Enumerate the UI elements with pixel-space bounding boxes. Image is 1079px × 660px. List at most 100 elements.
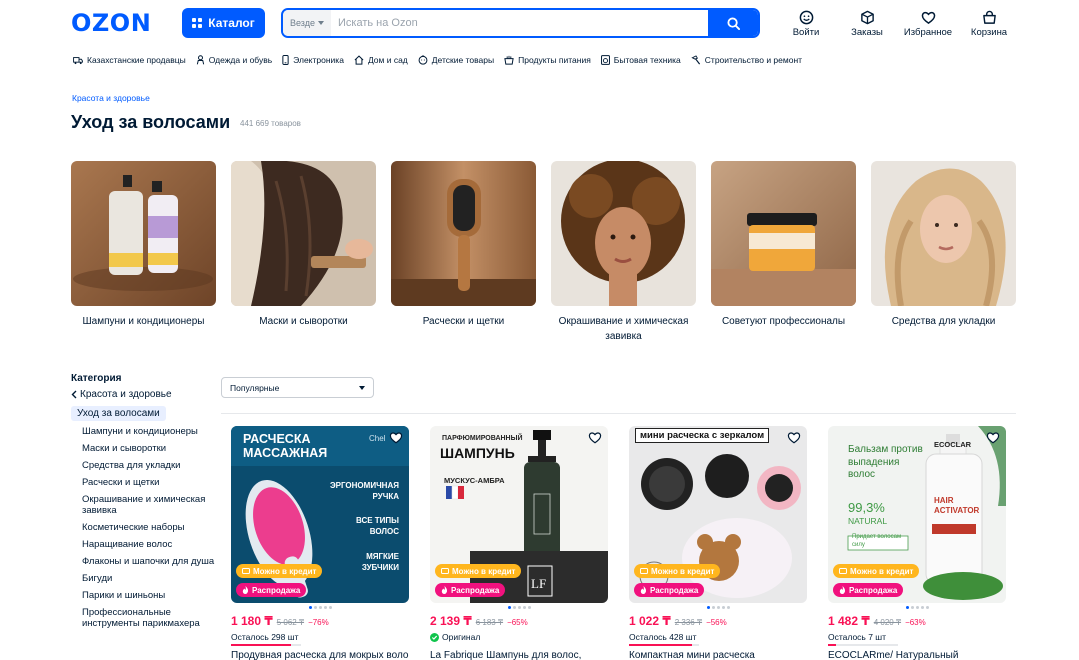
favorite-button[interactable]	[787, 431, 801, 449]
product-image[interactable]: РАСЧЕСКА МАССАЖНАЯ Chel ЭРГОНОМИЧНАЯ РУЧ…	[231, 426, 409, 603]
favorite-button[interactable]	[389, 431, 403, 449]
tile-professional[interactable]: Советуют профессионалы	[711, 161, 856, 329]
cart-action[interactable]: Корзина	[959, 10, 1019, 38]
sidebar-item[interactable]: Маски и сыворотки	[82, 443, 221, 454]
ozon-logo[interactable]: OZON	[71, 11, 151, 35]
sidebar-item[interactable]: Бигуди	[82, 573, 221, 584]
stock-bar	[828, 644, 898, 646]
nav-label: Одежда и обувь	[208, 55, 273, 65]
search-input[interactable]	[331, 10, 708, 36]
product-name[interactable]: Компактная мини расческа	[629, 650, 807, 660]
sidebar-item[interactable]: Окрашивание и химическая завивка	[82, 494, 221, 516]
sidebar-item[interactable]: Шампуни и кондиционеры	[82, 426, 221, 437]
breadcrumb[interactable]: Красота и здоровье	[72, 93, 150, 103]
search-scope-select[interactable]: Везде	[283, 10, 331, 36]
sale-badge: Распродажа	[634, 583, 705, 597]
nav-kz-sellers[interactable]: Казахстанские продавцы	[73, 53, 186, 67]
product-image[interactable]: Бальзам против выпадения волос 99,3% NAT…	[828, 426, 1006, 603]
nav-label: Электроника	[293, 55, 344, 65]
category-sidebar: Категория Красота и здоровье Уход за вол…	[71, 373, 221, 635]
sidebar-item[interactable]: Расчески и щетки	[82, 477, 221, 488]
product-card[interactable]: Бальзам против выпадения волос 99,3% NAT…	[828, 426, 1006, 660]
sidebar-item[interactable]: Косметические наборы	[82, 522, 221, 533]
promo-note: Придает волосам силу	[852, 534, 902, 548]
product-card[interactable]: мини расческа с зеркалом Можно в кредит …	[629, 426, 807, 660]
promo-brand: Chel	[369, 434, 386, 443]
nav-home-garden[interactable]: Дом и сад	[354, 53, 408, 67]
nav-appliances[interactable]: Бытовая техника	[600, 53, 681, 67]
sidebar-item[interactable]: Средства для укладки	[82, 460, 221, 471]
promo-title: Бальзам против выпадения волос	[848, 444, 923, 480]
tile-label: Маски и сыворотки	[259, 316, 348, 327]
price-row: 1 022 ₸ 2 336 ₸ −56%	[629, 614, 727, 628]
header: OZON Каталог Везде Войти Заказы Избранно…	[0, 0, 1079, 44]
product-card[interactable]: РАСЧЕСКА МАССАЖНАЯ Chel ЭРГОНОМИЧНАЯ РУЧ…	[231, 426, 409, 660]
badge-label: Можно в кредит	[651, 566, 715, 576]
appliance-icon	[600, 55, 610, 65]
credit-badge: Можно в кредит	[634, 564, 721, 578]
orders-label: Заказы	[851, 27, 883, 38]
tile-masks[interactable]: Маски и сыворотки	[231, 161, 376, 329]
tile-label: Шампуни и кондиционеры	[82, 316, 205, 327]
stock-text: Осталось 7 шт	[828, 632, 887, 642]
sidebar-item[interactable]: Профессиональные инструменты парикмахера	[82, 607, 221, 629]
favorites-label: Избранное	[903, 27, 953, 38]
old-price: 6 183 ₸	[475, 618, 504, 627]
stock-bar	[629, 644, 699, 646]
search-icon	[726, 16, 740, 30]
caret-down-icon	[318, 21, 324, 25]
login-label: Войти	[792, 27, 820, 38]
tile-image	[871, 161, 1016, 306]
heart-icon	[787, 432, 801, 444]
grid-icon	[192, 18, 203, 28]
nav-label: Продукты питания	[518, 55, 591, 65]
stock-text: Осталось 428 шт	[629, 632, 697, 642]
favorite-button[interactable]	[986, 431, 1000, 449]
nav-label: Строительство и ремонт	[704, 55, 803, 65]
nav-electronics[interactable]: Электроника	[282, 53, 344, 67]
sidebar-item[interactable]: Флаконы и шапочки для душа	[82, 556, 221, 567]
tile-label: Средства для укладки	[891, 316, 996, 327]
sort-select[interactable]: Популярные	[221, 377, 374, 398]
promo-scent: МУСКУС-АМБРА	[444, 476, 505, 485]
promo-percent: 99,3%	[848, 500, 885, 515]
original-label: Оригинал	[442, 632, 481, 642]
search-button[interactable]	[708, 10, 758, 36]
nav-clothes[interactable]: Одежда и обувь	[196, 53, 272, 67]
product-card[interactable]: ПАРФЮМИРОВАННЫЙ ШАМПУНЬ МУСКУС-АМБРА LF …	[430, 426, 608, 660]
cart-icon	[982, 10, 996, 24]
old-price: 5 062 ₸	[276, 618, 305, 627]
fire-icon	[441, 586, 448, 594]
nav-kids[interactable]: Детские товары	[418, 53, 494, 67]
sidebar-item[interactable]: Парики и шиньоны	[82, 590, 221, 601]
orders-action[interactable]: Заказы	[837, 10, 897, 38]
favorite-button[interactable]	[588, 431, 602, 449]
product-name[interactable]: La Fabrique Шампунь для волос,	[430, 650, 608, 660]
tile-styling[interactable]: Средства для укладки	[871, 161, 1016, 329]
promo-feature: МЯГКИЕ ЗУБЧИКИ	[361, 552, 399, 572]
price-row: 1 482 ₸ 4 020 ₸ −63%	[828, 614, 926, 628]
promo-feature: ЭРГОНОМИЧНАЯ РУЧКА	[329, 481, 399, 501]
product-image[interactable]: ПАРФЮМИРОВАННЫЙ ШАМПУНЬ МУСКУС-АМБРА LF …	[430, 426, 608, 603]
sidebar-item[interactable]: Наращивание волос	[82, 539, 221, 550]
tile-coloring[interactable]: Окрашивание и химическая завивка	[551, 161, 696, 344]
product-name[interactable]: Продувная расческа для мокрых волос	[231, 650, 409, 660]
product-name[interactable]: ECOCLARme/ Натуральный	[828, 650, 1006, 660]
login-action[interactable]: Войти	[776, 10, 836, 38]
fire-icon	[640, 586, 647, 594]
badge-label: Распродажа	[650, 585, 699, 595]
tile-shampoos[interactable]: Шампуни и кондиционеры	[71, 161, 216, 329]
sidebar-parent-link[interactable]: Красота и здоровье	[71, 389, 221, 400]
catalog-button[interactable]: Каталог	[182, 8, 265, 38]
box-icon	[860, 10, 874, 25]
tile-brushes[interactable]: Расчески и щетки	[391, 161, 536, 329]
nav-construction[interactable]: Строительство и ремонт	[691, 53, 802, 67]
original-badge: Оригинал	[430, 632, 480, 642]
tile-image	[231, 161, 376, 306]
product-image[interactable]: мини расческа с зеркалом Можно в кредит …	[629, 426, 807, 603]
nav-food[interactable]: Продукты питания	[504, 53, 591, 67]
sidebar-current-category[interactable]: Уход за волосами	[71, 406, 166, 421]
favorites-action[interactable]: Избранное	[898, 10, 958, 38]
tile-label: Советуют профессионалы	[721, 316, 846, 327]
price-row: 2 139 ₸ 6 183 ₸ −65%	[430, 614, 528, 628]
